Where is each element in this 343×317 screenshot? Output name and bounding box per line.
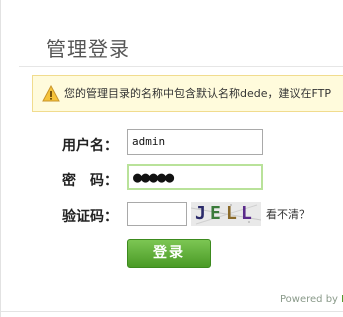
password-label: 密 码： (62, 173, 118, 189)
powered-by-text: Powered by (280, 294, 342, 305)
page-title: 管理登录 (46, 37, 130, 61)
captcha-char: L (241, 203, 252, 224)
refresh-captcha-link[interactable]: 看不清？ (266, 206, 310, 222)
captcha-input[interactable] (127, 202, 187, 226)
password-input[interactable]: ●●●●● (127, 164, 263, 190)
warning-text: 您的管理目录的名称中包含默认名称dede，建议在FTP (64, 87, 331, 100)
footer-divider (1, 311, 343, 312)
captcha-char: L (226, 203, 237, 224)
username-label: 用户名： (62, 138, 118, 154)
captcha-char: J (195, 203, 206, 224)
username-input[interactable]: admin (127, 129, 263, 155)
powered-by: Powered by D (280, 294, 343, 305)
warning-banner: 您的管理目录的名称中包含默认名称dede，建议在FTP (32, 75, 343, 112)
captcha-label: 验证码： (62, 209, 118, 225)
login-button[interactable]: 登录 (127, 239, 211, 268)
warning-triangle-icon (42, 85, 60, 102)
login-panel: 管理登录 您的管理目录的名称中包含默认名称dede，建议在FTP 用户名： ad… (0, 0, 343, 317)
captcha-image[interactable]: J E L L (191, 202, 261, 226)
title-divider (19, 66, 343, 67)
captcha-char: E (210, 203, 221, 224)
